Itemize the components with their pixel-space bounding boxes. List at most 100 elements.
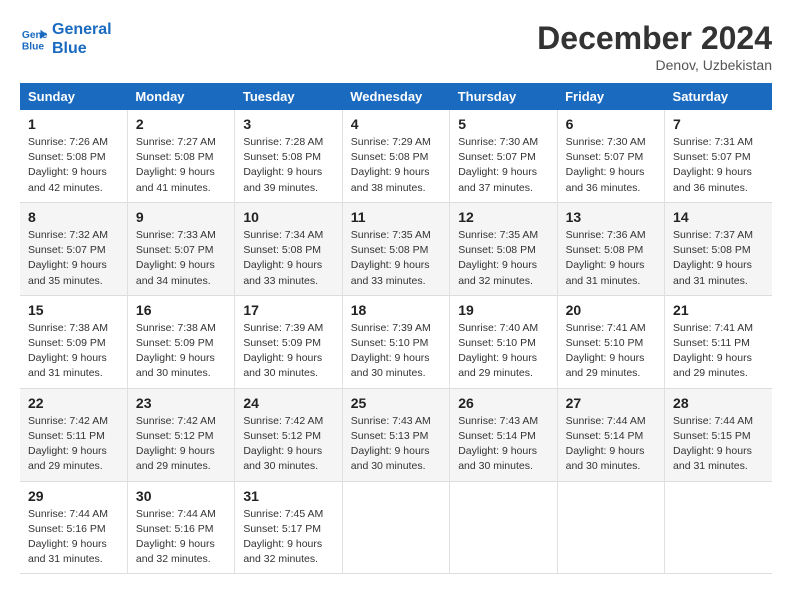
day-info: Sunrise: 7:42 AMSunset: 5:12 PMDaylight:… bbox=[136, 414, 226, 475]
day-header-thursday: Thursday bbox=[450, 83, 557, 110]
day-info: Sunrise: 7:31 AMSunset: 5:07 PMDaylight:… bbox=[673, 135, 764, 196]
calendar-week-row: 29 Sunrise: 7:44 AMSunset: 5:16 PMDaylig… bbox=[20, 481, 772, 574]
day-number: 17 bbox=[243, 302, 333, 318]
day-number: 16 bbox=[136, 302, 226, 318]
calendar-cell: 15 Sunrise: 7:38 AMSunset: 5:09 PMDaylig… bbox=[20, 295, 127, 388]
day-info: Sunrise: 7:26 AMSunset: 5:08 PMDaylight:… bbox=[28, 135, 119, 196]
day-header-monday: Monday bbox=[127, 83, 234, 110]
day-number: 12 bbox=[458, 209, 548, 225]
calendar-cell: 13 Sunrise: 7:36 AMSunset: 5:08 PMDaylig… bbox=[557, 202, 664, 295]
day-info: Sunrise: 7:43 AMSunset: 5:13 PMDaylight:… bbox=[351, 414, 441, 475]
calendar-cell: 29 Sunrise: 7:44 AMSunset: 5:16 PMDaylig… bbox=[20, 481, 127, 574]
day-number: 19 bbox=[458, 302, 548, 318]
calendar-cell: 17 Sunrise: 7:39 AMSunset: 5:09 PMDaylig… bbox=[235, 295, 342, 388]
calendar-cell: 21 Sunrise: 7:41 AMSunset: 5:11 PMDaylig… bbox=[665, 295, 772, 388]
calendar-cell: 16 Sunrise: 7:38 AMSunset: 5:09 PMDaylig… bbox=[127, 295, 234, 388]
day-number: 28 bbox=[673, 395, 764, 411]
calendar-cell: 5 Sunrise: 7:30 AMSunset: 5:07 PMDayligh… bbox=[450, 110, 557, 202]
calendar-cell: 22 Sunrise: 7:42 AMSunset: 5:11 PMDaylig… bbox=[20, 388, 127, 481]
calendar-cell: 9 Sunrise: 7:33 AMSunset: 5:07 PMDayligh… bbox=[127, 202, 234, 295]
calendar-week-row: 15 Sunrise: 7:38 AMSunset: 5:09 PMDaylig… bbox=[20, 295, 772, 388]
day-number: 15 bbox=[28, 302, 119, 318]
calendar-cell: 25 Sunrise: 7:43 AMSunset: 5:13 PMDaylig… bbox=[342, 388, 449, 481]
day-number: 14 bbox=[673, 209, 764, 225]
day-number: 10 bbox=[243, 209, 333, 225]
day-number: 26 bbox=[458, 395, 548, 411]
logo-icon: General Blue bbox=[20, 25, 48, 53]
day-info: Sunrise: 7:38 AMSunset: 5:09 PMDaylight:… bbox=[136, 321, 226, 382]
day-info: Sunrise: 7:41 AMSunset: 5:11 PMDaylight:… bbox=[673, 321, 764, 382]
day-number: 25 bbox=[351, 395, 441, 411]
day-info: Sunrise: 7:33 AMSunset: 5:07 PMDaylight:… bbox=[136, 228, 226, 289]
day-info: Sunrise: 7:34 AMSunset: 5:08 PMDaylight:… bbox=[243, 228, 333, 289]
calendar-cell: 28 Sunrise: 7:44 AMSunset: 5:15 PMDaylig… bbox=[665, 388, 772, 481]
calendar-cell: 1 Sunrise: 7:26 AMSunset: 5:08 PMDayligh… bbox=[20, 110, 127, 202]
day-header-saturday: Saturday bbox=[665, 83, 772, 110]
svg-text:Blue: Blue bbox=[22, 41, 45, 52]
day-number: 1 bbox=[28, 116, 119, 132]
calendar-header-row: SundayMondayTuesdayWednesdayThursdayFrid… bbox=[20, 83, 772, 110]
day-number: 27 bbox=[566, 395, 656, 411]
day-number: 11 bbox=[351, 209, 441, 225]
calendar-cell: 2 Sunrise: 7:27 AMSunset: 5:08 PMDayligh… bbox=[127, 110, 234, 202]
calendar-cell bbox=[450, 481, 557, 574]
day-number: 6 bbox=[566, 116, 656, 132]
day-number: 9 bbox=[136, 209, 226, 225]
day-number: 4 bbox=[351, 116, 441, 132]
day-number: 13 bbox=[566, 209, 656, 225]
day-info: Sunrise: 7:29 AMSunset: 5:08 PMDaylight:… bbox=[351, 135, 441, 196]
calendar-cell: 18 Sunrise: 7:39 AMSunset: 5:10 PMDaylig… bbox=[342, 295, 449, 388]
day-number: 21 bbox=[673, 302, 764, 318]
calendar-cell: 14 Sunrise: 7:37 AMSunset: 5:08 PMDaylig… bbox=[665, 202, 772, 295]
day-number: 7 bbox=[673, 116, 764, 132]
day-number: 31 bbox=[243, 488, 333, 504]
day-info: Sunrise: 7:38 AMSunset: 5:09 PMDaylight:… bbox=[28, 321, 119, 382]
day-header-friday: Friday bbox=[557, 83, 664, 110]
calendar-cell: 8 Sunrise: 7:32 AMSunset: 5:07 PMDayligh… bbox=[20, 202, 127, 295]
day-info: Sunrise: 7:28 AMSunset: 5:08 PMDaylight:… bbox=[243, 135, 333, 196]
calendar-cell: 19 Sunrise: 7:40 AMSunset: 5:10 PMDaylig… bbox=[450, 295, 557, 388]
day-number: 30 bbox=[136, 488, 226, 504]
calendar-week-row: 22 Sunrise: 7:42 AMSunset: 5:11 PMDaylig… bbox=[20, 388, 772, 481]
calendar-cell: 12 Sunrise: 7:35 AMSunset: 5:08 PMDaylig… bbox=[450, 202, 557, 295]
calendar-table: SundayMondayTuesdayWednesdayThursdayFrid… bbox=[20, 83, 772, 574]
calendar-cell bbox=[342, 481, 449, 574]
logo: General Blue General Blue bbox=[20, 20, 112, 58]
day-info: Sunrise: 7:35 AMSunset: 5:08 PMDaylight:… bbox=[458, 228, 548, 289]
page-header: General Blue General Blue December 2024 … bbox=[20, 20, 772, 73]
day-info: Sunrise: 7:43 AMSunset: 5:14 PMDaylight:… bbox=[458, 414, 548, 475]
day-number: 20 bbox=[566, 302, 656, 318]
day-number: 23 bbox=[136, 395, 226, 411]
calendar-cell: 3 Sunrise: 7:28 AMSunset: 5:08 PMDayligh… bbox=[235, 110, 342, 202]
day-number: 24 bbox=[243, 395, 333, 411]
calendar-cell: 24 Sunrise: 7:42 AMSunset: 5:12 PMDaylig… bbox=[235, 388, 342, 481]
day-info: Sunrise: 7:41 AMSunset: 5:10 PMDaylight:… bbox=[566, 321, 656, 382]
location: Denov, Uzbekistan bbox=[537, 57, 772, 73]
calendar-week-row: 1 Sunrise: 7:26 AMSunset: 5:08 PMDayligh… bbox=[20, 110, 772, 202]
day-number: 2 bbox=[136, 116, 226, 132]
day-info: Sunrise: 7:40 AMSunset: 5:10 PMDaylight:… bbox=[458, 321, 548, 382]
day-info: Sunrise: 7:42 AMSunset: 5:11 PMDaylight:… bbox=[28, 414, 119, 475]
calendar-cell: 11 Sunrise: 7:35 AMSunset: 5:08 PMDaylig… bbox=[342, 202, 449, 295]
calendar-cell: 30 Sunrise: 7:44 AMSunset: 5:16 PMDaylig… bbox=[127, 481, 234, 574]
day-info: Sunrise: 7:44 AMSunset: 5:16 PMDaylight:… bbox=[136, 507, 226, 568]
day-info: Sunrise: 7:30 AMSunset: 5:07 PMDaylight:… bbox=[458, 135, 548, 196]
logo-line1: General bbox=[52, 20, 112, 39]
calendar-cell: 20 Sunrise: 7:41 AMSunset: 5:10 PMDaylig… bbox=[557, 295, 664, 388]
calendar-cell: 4 Sunrise: 7:29 AMSunset: 5:08 PMDayligh… bbox=[342, 110, 449, 202]
calendar-cell: 23 Sunrise: 7:42 AMSunset: 5:12 PMDaylig… bbox=[127, 388, 234, 481]
day-header-tuesday: Tuesday bbox=[235, 83, 342, 110]
calendar-cell bbox=[557, 481, 664, 574]
day-number: 29 bbox=[28, 488, 119, 504]
calendar-cell: 26 Sunrise: 7:43 AMSunset: 5:14 PMDaylig… bbox=[450, 388, 557, 481]
day-header-wednesday: Wednesday bbox=[342, 83, 449, 110]
calendar-week-row: 8 Sunrise: 7:32 AMSunset: 5:07 PMDayligh… bbox=[20, 202, 772, 295]
day-info: Sunrise: 7:37 AMSunset: 5:08 PMDaylight:… bbox=[673, 228, 764, 289]
day-info: Sunrise: 7:32 AMSunset: 5:07 PMDaylight:… bbox=[28, 228, 119, 289]
day-info: Sunrise: 7:39 AMSunset: 5:10 PMDaylight:… bbox=[351, 321, 441, 382]
title-block: December 2024 Denov, Uzbekistan bbox=[537, 20, 772, 73]
day-number: 22 bbox=[28, 395, 119, 411]
calendar-cell: 7 Sunrise: 7:31 AMSunset: 5:07 PMDayligh… bbox=[665, 110, 772, 202]
day-info: Sunrise: 7:44 AMSunset: 5:15 PMDaylight:… bbox=[673, 414, 764, 475]
day-info: Sunrise: 7:39 AMSunset: 5:09 PMDaylight:… bbox=[243, 321, 333, 382]
